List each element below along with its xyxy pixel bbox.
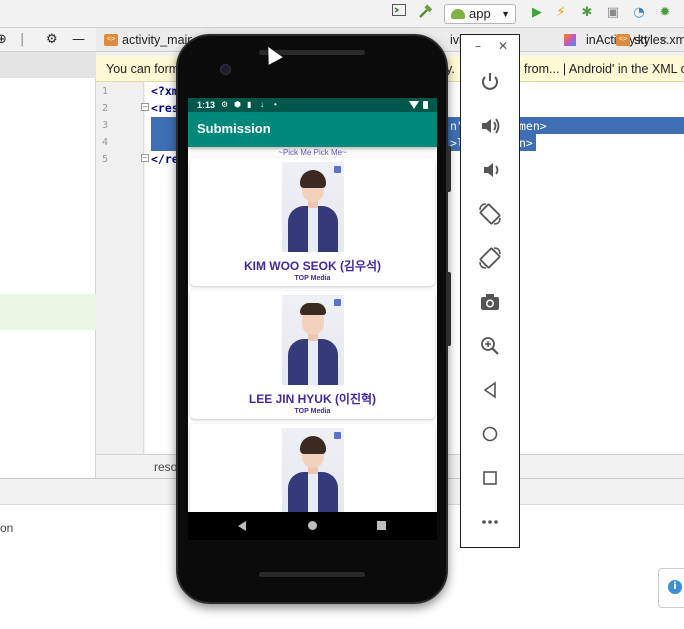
project-panel-header: ⊕ | ⚙ — bbox=[0, 28, 96, 52]
bottom-tool-text: on bbox=[0, 521, 14, 535]
nav-back-icon[interactable] bbox=[238, 521, 246, 531]
produce-logo-icon bbox=[334, 299, 341, 306]
produce-logo-icon bbox=[334, 166, 341, 173]
project-tree-highlight-row[interactable] bbox=[0, 294, 96, 330]
nav-home-icon[interactable] bbox=[308, 521, 317, 530]
android-debug-icon[interactable]: ✹ bbox=[656, 4, 674, 22]
kotlin-file-icon bbox=[564, 34, 576, 46]
code-fragment: men> bbox=[519, 119, 547, 133]
android-navigation-bar bbox=[188, 512, 437, 540]
run-config-select[interactable]: app ▼ bbox=[444, 4, 516, 24]
volume-down-icon[interactable] bbox=[476, 156, 504, 184]
camera-icon[interactable] bbox=[476, 288, 504, 316]
close-icon[interactable]: ✕ bbox=[498, 39, 508, 53]
line-number-gutter: 1 2 3 4 5 bbox=[96, 82, 144, 454]
volume-up-icon[interactable] bbox=[476, 112, 504, 140]
produce-logo-icon bbox=[334, 432, 341, 439]
info-icon: i bbox=[668, 580, 682, 594]
emulator-screen[interactable]: 1:13 ⚙ ⬢ ▮ ↓ • Submission ~Pick Me Pick … bbox=[188, 98, 437, 512]
settings-notification-icon: ⚙ bbox=[221, 100, 229, 109]
overview-icon[interactable] bbox=[476, 464, 504, 492]
power-icon[interactable] bbox=[476, 68, 504, 96]
trainee-company: TOP Media bbox=[294, 408, 331, 415]
download-notification-icon: ↓ bbox=[260, 100, 264, 109]
trainee-card[interactable] bbox=[190, 424, 435, 512]
attach-debugger-icon[interactable]: ▣ bbox=[604, 4, 622, 22]
rotate-left-icon[interactable] bbox=[476, 200, 504, 228]
status-time: 1:13 bbox=[197, 100, 216, 110]
zoom-icon[interactable] bbox=[476, 332, 504, 360]
code-line-2: <res bbox=[151, 100, 179, 117]
code-fragment: n> bbox=[519, 136, 533, 150]
run-config-label: app bbox=[469, 6, 491, 21]
device-volume-button bbox=[447, 146, 451, 192]
trainee-photo bbox=[282, 428, 344, 512]
terminal-icon[interactable] bbox=[390, 4, 408, 22]
device-power-button bbox=[447, 272, 451, 346]
trainee-name: LEE JIN HYUK (이진혁) bbox=[248, 392, 377, 406]
tab-label: activity_main bbox=[122, 33, 192, 47]
hammer-icon[interactable] bbox=[416, 4, 434, 22]
trainee-photo bbox=[282, 162, 344, 252]
xml-file-icon: <> bbox=[104, 34, 118, 46]
sd-card-notification-icon: ▮ bbox=[247, 100, 252, 109]
code-fragment: <?xm bbox=[151, 84, 179, 98]
code-line-5: </re bbox=[151, 151, 179, 168]
minimize-icon[interactable]: — bbox=[72, 31, 85, 49]
banner-text-right: from... | Android' in the XML c bbox=[524, 62, 684, 76]
apply-changes-icon[interactable]: ⚡ bbox=[552, 4, 570, 22]
shield-notification-icon: ⬢ bbox=[234, 100, 241, 109]
device-speaker-bottom bbox=[259, 572, 365, 577]
device-camera bbox=[220, 64, 231, 75]
tab-activity-main[interactable]: <> activity_main bbox=[96, 28, 192, 52]
xml-file-icon: <> bbox=[616, 34, 630, 46]
chevron-down-icon: ▼ bbox=[501, 9, 510, 19]
project-panel: ⊕ | ⚙ — bbox=[0, 28, 96, 478]
trainee-photo bbox=[282, 295, 344, 385]
app-bar: Submission bbox=[188, 112, 437, 147]
run-icon[interactable]: ▶ bbox=[528, 4, 546, 22]
line-number: 3 bbox=[102, 120, 109, 131]
more-icon[interactable] bbox=[476, 508, 504, 536]
android-icon bbox=[451, 9, 465, 19]
banner-text-left: You can form bbox=[106, 62, 180, 76]
divider-icon: | bbox=[20, 32, 25, 47]
event-log-badge[interactable]: i bbox=[658, 568, 684, 608]
code-fragment: <res bbox=[151, 101, 179, 115]
trainee-name: KIM WOO SEOK (김우석) bbox=[243, 259, 382, 273]
android-status-bar: 1:13 ⚙ ⬢ ▮ ↓ • bbox=[188, 98, 437, 112]
gear-icon[interactable]: ⚙ bbox=[46, 31, 58, 49]
line-number: 1 bbox=[102, 86, 109, 97]
wifi-icon bbox=[409, 101, 419, 109]
target-icon[interactable]: ⊕ bbox=[0, 31, 7, 49]
list-subtitle: ~Pick Me Pick Me~ bbox=[278, 148, 347, 157]
line-number: 4 bbox=[102, 137, 109, 148]
nav-recents-icon[interactable] bbox=[377, 521, 386, 530]
dot-notification-icon: • bbox=[274, 100, 277, 109]
trainee-card[interactable]: LEE JIN HYUK (이진혁) TOP Media bbox=[190, 291, 435, 419]
code-fragment: </re bbox=[151, 152, 179, 166]
fold-icon[interactable]: − bbox=[141, 103, 149, 111]
tab-label: styles.xml bbox=[634, 33, 684, 47]
breadcrumb-text: reso bbox=[154, 460, 178, 474]
ide-toolbar: app ▼ ▶ ⚡ ✱ ▣ ◔ ✹ bbox=[0, 0, 684, 28]
line-number: 2 bbox=[102, 103, 109, 114]
trainee-company: TOP Media bbox=[294, 275, 331, 282]
debug-icon[interactable]: ✱ bbox=[578, 4, 596, 22]
battery-icon bbox=[423, 101, 428, 109]
emulator-toolbar: – ✕ bbox=[460, 34, 520, 548]
home-icon[interactable] bbox=[476, 420, 504, 448]
app-title: Submission bbox=[197, 121, 271, 136]
trainee-card[interactable]: KIM WOO SEOK (김우석) TOP Media bbox=[190, 158, 435, 286]
back-icon[interactable] bbox=[476, 376, 504, 404]
tab-styles-xml[interactable]: <> styles.xml bbox=[608, 28, 684, 52]
code-line-1: <?xm bbox=[151, 83, 179, 100]
fold-icon[interactable]: − bbox=[141, 154, 149, 162]
minimize-icon[interactable]: – bbox=[475, 39, 481, 53]
line-number: 5 bbox=[102, 154, 109, 165]
profile-icon[interactable]: ◔ bbox=[630, 4, 648, 22]
rotate-right-icon[interactable] bbox=[476, 244, 504, 272]
project-tree-selected-row[interactable] bbox=[0, 52, 96, 78]
